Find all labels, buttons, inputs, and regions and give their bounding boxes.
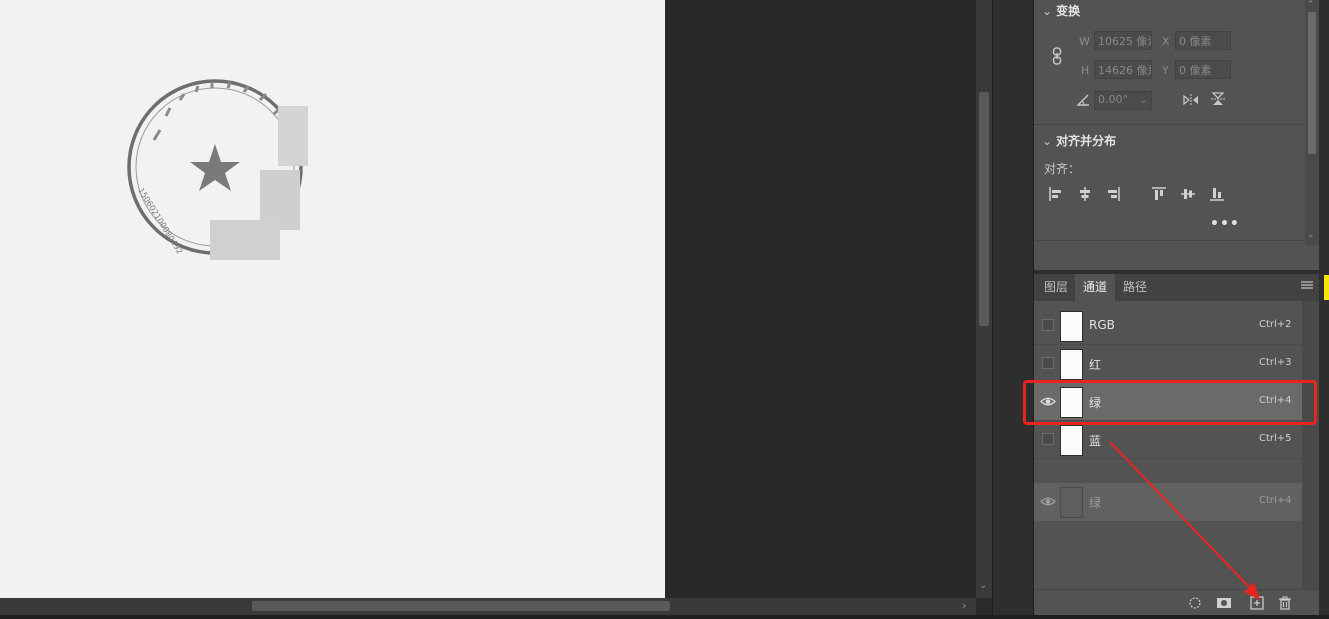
align-vertical-centers-icon[interactable] [1180, 186, 1196, 202]
panel-tabs: 图层 通道 路径 [1034, 274, 1319, 301]
height-label: H [1081, 64, 1090, 77]
transform-title: 变换 [1056, 4, 1081, 18]
width-field[interactable]: 10625 像素 [1094, 31, 1152, 50]
transform-section-header[interactable]: ⌄ 变换 [1042, 2, 1080, 19]
canvas-horizontal-scrollbar[interactable]: › [0, 598, 976, 615]
chevron-right-icon[interactable]: › [962, 599, 966, 612]
tab-layers[interactable]: 图层 [1036, 274, 1076, 301]
align-left-edges-icon[interactable] [1048, 186, 1064, 202]
width-label: W [1079, 35, 1090, 48]
align-section-header[interactable]: ⌄ 对齐并分布 [1042, 132, 1116, 149]
chevron-down-icon[interactable]: ⌄ [1139, 93, 1148, 106]
properties-panel: ⌄变换 W 10625 像素 X 0 像素 H 14626 像素 Y 0 像素 … [1034, 0, 1319, 270]
align-right-edges-icon[interactable] [1105, 186, 1121, 202]
canvas-area[interactable]: 150602100080492 [0, 0, 976, 598]
align-top-edges-icon[interactable] [1151, 186, 1167, 202]
document-canvas[interactable]: 150602100080492 [0, 0, 665, 598]
align-horizontal-centers-icon[interactable] [1077, 186, 1093, 202]
flip-vertical-icon[interactable] [1210, 92, 1226, 106]
annotation-highlight-box [1023, 380, 1317, 425]
annotation-arrow-icon [1109, 441, 1260, 600]
channel-shortcut: Ctrl+2 [1259, 319, 1292, 330]
y-label: Y [1162, 64, 1169, 77]
canvas-vertical-scrollbar[interactable]: ⌄ [976, 0, 992, 598]
properties-scroll-thumb[interactable] [1308, 12, 1316, 154]
flip-horizontal-icon[interactable] [1183, 93, 1199, 107]
angle-field[interactable]: 0.00° ⌄ [1094, 91, 1152, 110]
channel-thumbnail [1060, 425, 1083, 456]
horizontal-scroll-thumb[interactable] [252, 601, 670, 611]
stamp-number: 150602100080492 [136, 186, 184, 256]
x-field[interactable]: 0 像素 [1175, 31, 1231, 50]
section-divider [1034, 240, 1304, 241]
visibility-toggle[interactable] [1042, 319, 1054, 331]
channel-shortcut: Ctrl+3 [1259, 357, 1292, 368]
right-dock-edge [1319, 0, 1329, 615]
chevron-down-icon[interactable]: ⌄ [1042, 4, 1052, 18]
angle-icon [1076, 94, 1089, 106]
link-icon[interactable] [1052, 47, 1062, 65]
chevron-down-icon[interactable]: ⌄ [1307, 230, 1315, 240]
chevron-down-icon[interactable]: ⌄ [1042, 134, 1052, 148]
tab-paths[interactable]: 路径 [1115, 274, 1155, 301]
visibility-toggle[interactable] [1042, 433, 1054, 445]
status-strip [0, 615, 1329, 619]
eye-icon [1040, 497, 1056, 506]
angle-value: 0.00° [1098, 93, 1128, 106]
chevron-down-icon[interactable]: ⌄ [979, 580, 987, 591]
panel-menu-icon[interactable] [1301, 281, 1313, 291]
properties-scrollbar[interactable]: ⌃ ⌄ [1305, 0, 1319, 245]
height-field[interactable]: 14626 像素 [1094, 60, 1152, 79]
panel-dock-gutter [992, 0, 1034, 615]
visibility-toggle[interactable] [1042, 357, 1054, 369]
channel-thumbnail [1060, 311, 1083, 342]
more-options-button[interactable]: ••• [1210, 216, 1240, 232]
y-field[interactable]: 0 像素 [1175, 60, 1231, 79]
seal-stamp-image: 150602100080492 [127, 79, 308, 260]
dock-marker [1324, 275, 1329, 300]
channel-thumbnail [1060, 349, 1083, 380]
x-label: X [1162, 35, 1170, 48]
section-divider [1034, 124, 1304, 125]
vertical-scroll-thumb[interactable] [979, 92, 989, 326]
channel-thumbnail [1060, 487, 1083, 518]
tab-channels[interactable]: 通道 [1075, 274, 1116, 301]
channel-row-red[interactable]: 红 Ctrl+3 [1034, 345, 1302, 383]
channel-name: RGB [1089, 318, 1115, 332]
align-title: 对齐并分布 [1056, 134, 1117, 148]
chevron-up-icon[interactable]: ⌃ [1307, 0, 1315, 10]
align-label: 对齐： [1044, 162, 1081, 176]
channels-scrollbar[interactable] [1302, 301, 1319, 589]
photoshop-window: 150602100080492 ⌄ › ⌄ 变换 W 10625 像素 X 0 像… [0, 0, 1329, 619]
channel-row-rgb[interactable]: RGB Ctrl+2 [1034, 307, 1302, 345]
channel-name: 红 [1089, 358, 1102, 372]
align-bottom-edges-icon[interactable] [1209, 186, 1225, 202]
